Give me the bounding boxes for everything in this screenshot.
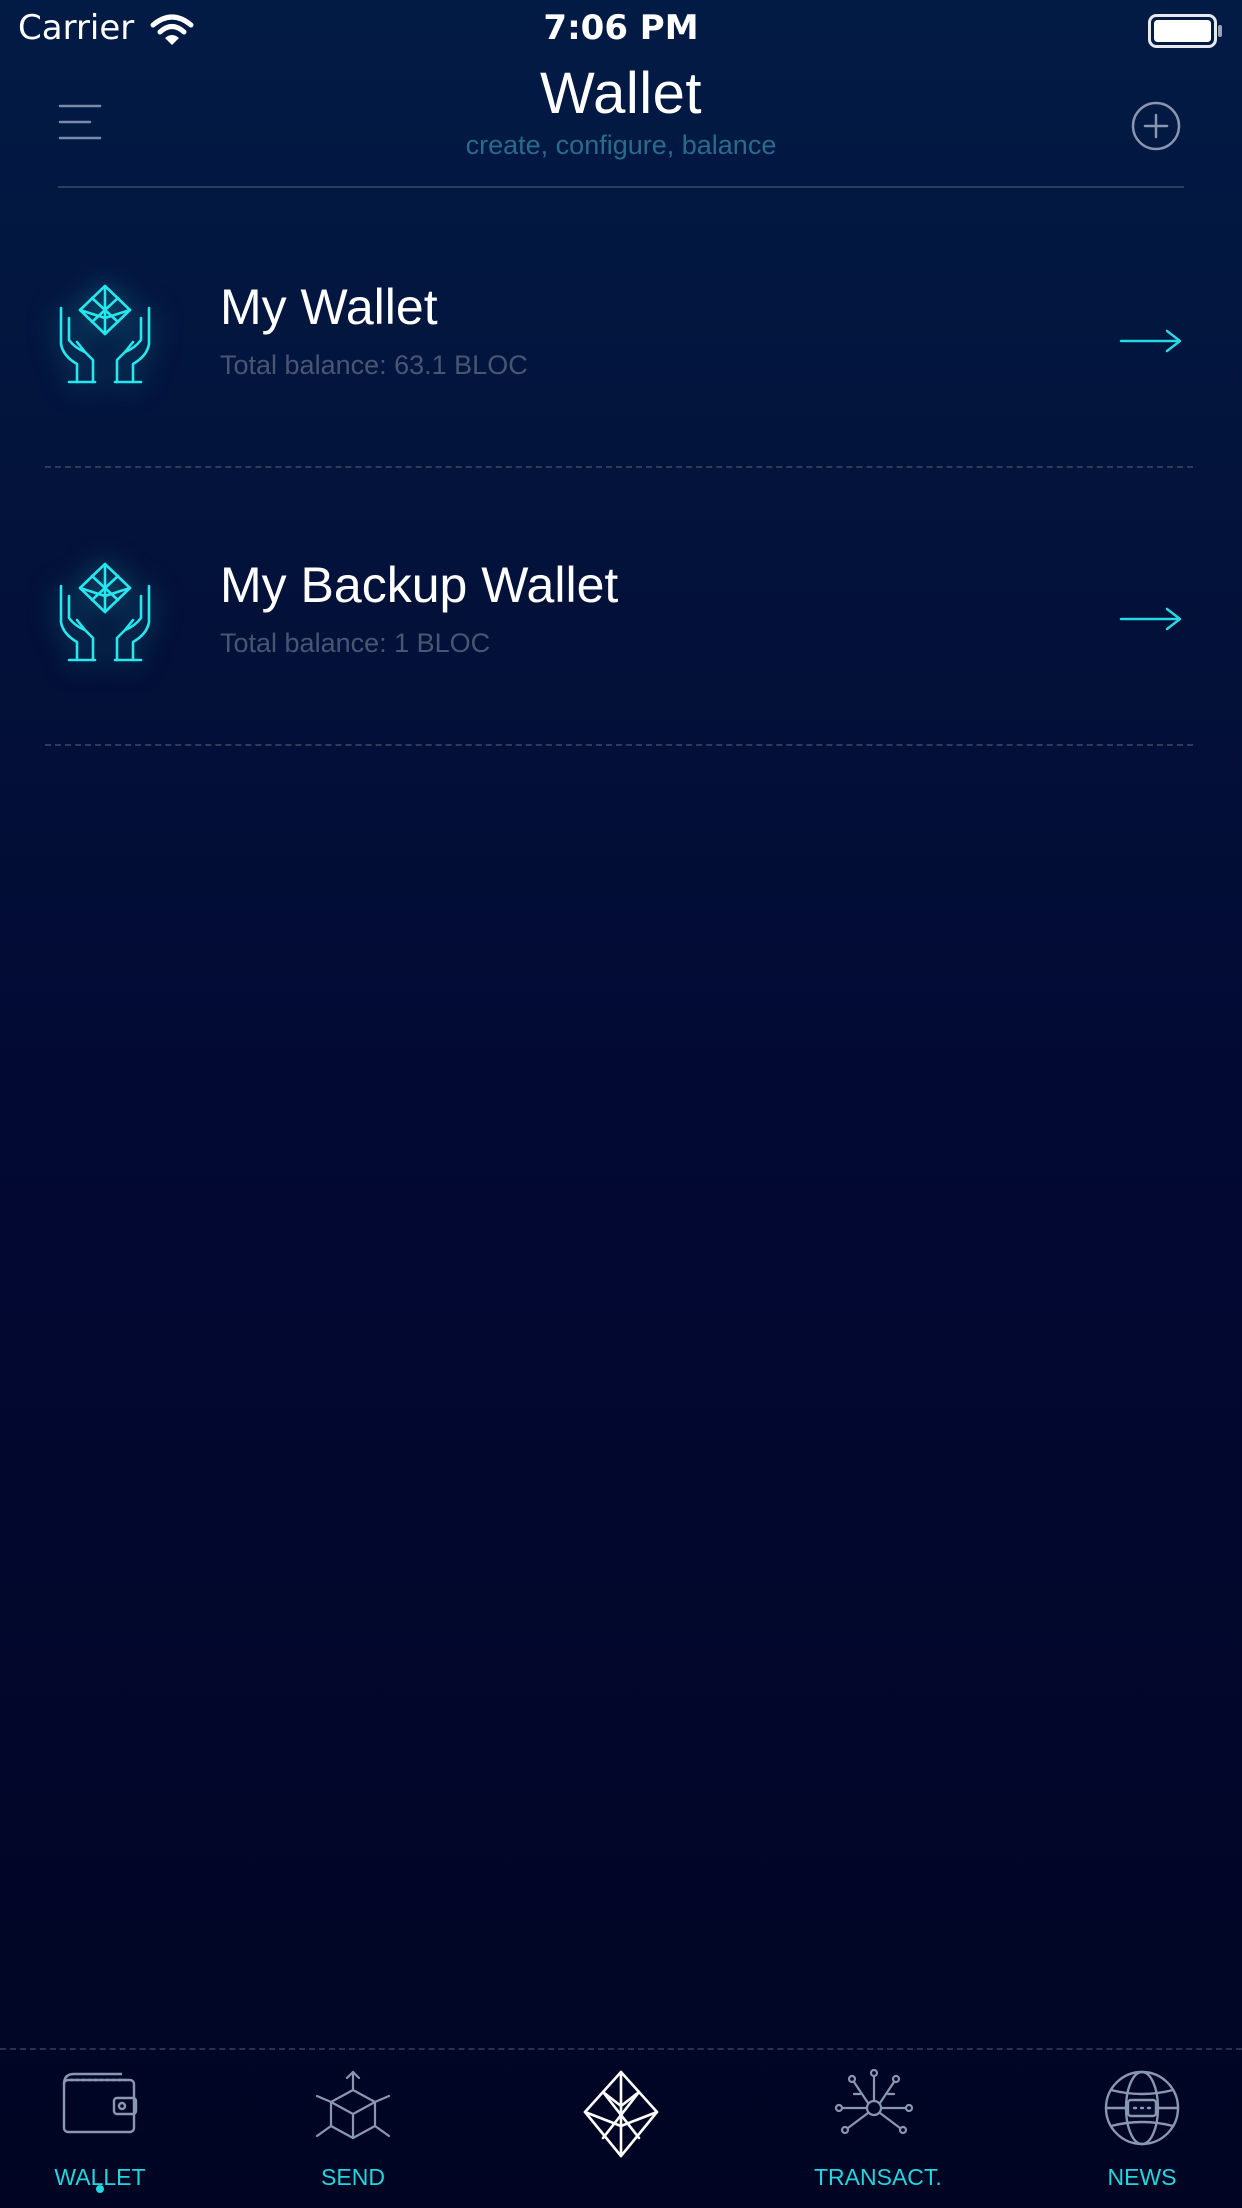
wallet-row[interactable]: My Backup Wallet Total balance: 1 BLOC (45, 468, 1193, 746)
network-icon (834, 2068, 914, 2135)
tab-label: NEWS (1107, 2164, 1177, 2190)
status-time: 7:06 PM (543, 8, 699, 48)
hands-crystal-icon (59, 284, 151, 384)
wallet-icon (62, 2072, 138, 2134)
battery-icon (1148, 14, 1222, 48)
tab-transactions[interactable]: TRANSACT. (814, 2068, 942, 2190)
status-bar: Carrier 7:06 PM (0, 0, 1242, 60)
arrow-right-icon[interactable] (1119, 606, 1183, 632)
wallet-balance: Total balance: 1 BLOC (220, 628, 491, 658)
wallet-name: My Wallet (220, 279, 438, 335)
header-divider (58, 186, 1184, 188)
crystal-logo-icon (583, 2070, 659, 2158)
tab-label: SEND (321, 2164, 385, 2190)
send-cube-icon (315, 2070, 391, 2140)
arrow-right-icon[interactable] (1119, 328, 1183, 354)
tab-home[interactable] (561, 2068, 681, 2188)
tab-label: TRANSACT. (814, 2164, 942, 2190)
wallet-row[interactable]: My Wallet Total balance: 63.1 BLOC (45, 190, 1193, 468)
wallet-balance: Total balance: 63.1 BLOC (220, 350, 528, 380)
active-tab-indicator (96, 2185, 104, 2193)
tab-send[interactable]: SEND (293, 2068, 413, 2190)
globe-icon (1104, 2070, 1180, 2146)
page-subtitle: create, configure, balance (465, 130, 777, 160)
tab-wallet[interactable]: WALLET (40, 2068, 160, 2193)
row-divider (45, 744, 1193, 746)
tab-news[interactable]: NEWS (1082, 2068, 1202, 2190)
hands-crystal-icon (59, 562, 151, 662)
wallet-name: My Backup Wallet (220, 557, 619, 613)
tab-bar-divider (0, 2048, 1242, 2050)
plus-circle-icon[interactable] (1130, 100, 1182, 152)
page-title: Wallet (540, 61, 702, 126)
